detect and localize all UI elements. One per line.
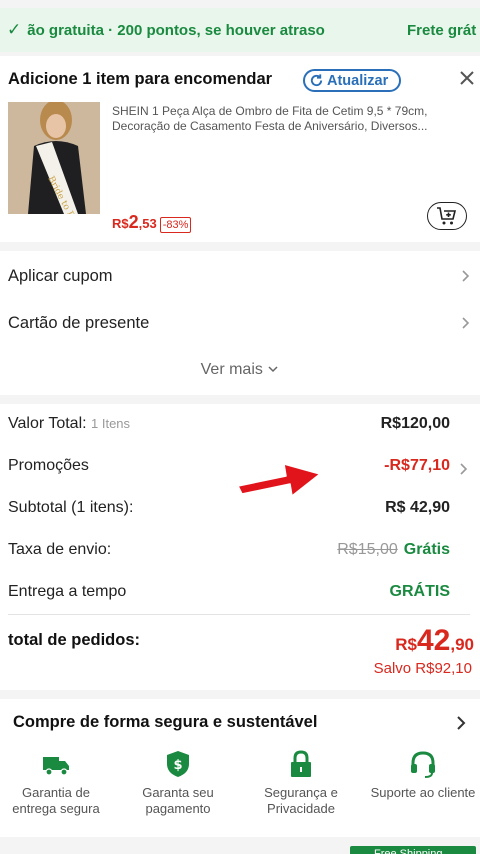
close-icon[interactable] <box>457 68 477 88</box>
shipping-fee-label: Taxa de envio: <box>8 541 112 558</box>
chevron-right-icon <box>462 317 470 329</box>
promotions-amount: -R$77,10 <box>384 457 450 474</box>
free-shipping-badge: Free Shipping <box>350 846 476 854</box>
lock-icon <box>291 750 311 777</box>
feature-customer-support[interactable]: Suporte ao cliente <box>368 749 478 801</box>
shipping-old-price: R$15,00 <box>337 541 398 558</box>
total-value-label: Valor Total: <box>8 415 87 432</box>
total-items-count: 1 Itens <box>91 416 131 431</box>
truck-icon <box>43 757 69 776</box>
red-arrow-annotation <box>237 463 321 497</box>
see-more-label: Ver mais <box>200 361 263 378</box>
secure-shopping-title: Compre de forma segura e sustentável <box>13 713 318 731</box>
feature-label: Suporte ao cliente <box>370 785 476 800</box>
feature-label: Garanta seu pagamento <box>142 785 214 816</box>
total-value-amount: R$120,00 <box>380 415 450 432</box>
check-icon: ✓ <box>7 20 22 39</box>
product-price: R$ 2 ,53 -83% <box>112 212 192 233</box>
chevron-right-icon[interactable] <box>456 715 466 731</box>
addon-title: Adicione 1 item para encomendar <box>8 70 273 88</box>
see-more-button[interactable]: Ver mais <box>0 361 480 379</box>
order-summary-card: Valor Total: 1 Itens R$120,00 Promoções … <box>0 404 480 690</box>
feature-security-privacy[interactable]: Segurança e Privacidade <box>246 749 356 817</box>
discounts-card: Aplicar cupom Cartão de presente Ver mai… <box>0 251 480 395</box>
banner-text: ão gratuita · 200 pontos, se houver atra… <box>27 21 325 39</box>
subtotal-label: Subtotal (1 itens): <box>8 499 134 516</box>
add-to-cart-button[interactable] <box>427 202 467 230</box>
product-image[interactable]: Bride to Be <box>8 102 100 214</box>
on-time-delivery-row: Entrega a tempo GRÁTIS <box>8 583 468 607</box>
banner-text-right: Frete grát <box>407 21 477 39</box>
price-currency: R$ <box>112 216 129 231</box>
apply-coupon-row[interactable]: Aplicar cupom <box>8 263 470 289</box>
addon-card: Adicione 1 item para encomendar Atualiza… <box>0 56 480 242</box>
free-shipping-banner: ✓ ão gratuita · 200 pontos, se houver at… <box>0 8 480 52</box>
chevron-right-icon <box>462 270 470 282</box>
shield-dollar-icon: $ <box>167 751 189 777</box>
refresh-label: Atualizar <box>327 72 389 89</box>
headset-icon <box>411 751 435 778</box>
refresh-icon <box>310 74 323 87</box>
refresh-button[interactable]: Atualizar <box>303 69 401 92</box>
feature-label: Garantia de entrega segura <box>12 785 100 816</box>
on-time-delivery-value: GRÁTIS <box>389 583 450 600</box>
order-total-decimal: ,90 <box>450 635 474 654</box>
discount-badge: -83% <box>159 217 192 233</box>
feature-label: Segurança e Privacidade <box>264 785 338 816</box>
apply-coupon-label: Aplicar cupom <box>8 266 113 285</box>
gift-card-label: Cartão de presente <box>8 313 150 332</box>
divider <box>8 614 470 615</box>
order-total-amount: R$ 42 ,90 <box>395 626 474 656</box>
on-time-delivery-label: Entrega a tempo <box>8 583 127 600</box>
product-description[interactable]: SHEIN 1 Peça Alça de Ombro de Fita de Ce… <box>112 104 470 134</box>
feature-secure-delivery[interactable]: Garantia de entrega segura <box>1 749 111 817</box>
price-decimal: ,53 <box>138 216 157 231</box>
shipping-fee-row: Taxa de envio: R$15,00 Grátis <box>8 541 468 565</box>
feature-payment-guarantee[interactable]: $ Garanta seu pagamento <box>123 749 233 817</box>
saved-amount: Salvo R$92,10 <box>373 660 472 677</box>
gift-card-row[interactable]: Cartão de presente <box>8 310 470 336</box>
subtotal-row: Subtotal (1 itens): R$ 42,90 <box>8 499 468 523</box>
order-total-label: total de pedidos: <box>8 631 140 649</box>
chevron-right-icon <box>460 463 468 475</box>
order-total-currency: R$ <box>395 635 417 654</box>
shipping-free-label: Grátis <box>403 541 450 558</box>
price-integer: 2 <box>128 212 139 232</box>
subtotal-amount: R$ 42,90 <box>385 499 450 516</box>
svg-text:$: $ <box>173 758 182 773</box>
secure-shopping-card: Compre de forma segura e sustentável Gar… <box>0 699 480 837</box>
cart-plus-icon <box>437 207 457 225</box>
total-value-row: Valor Total: 1 Itens R$120,00 <box>8 415 468 439</box>
chevron-down-icon <box>268 366 278 373</box>
order-total-integer: 42 <box>416 624 451 657</box>
promotions-label: Promoções <box>8 457 89 474</box>
